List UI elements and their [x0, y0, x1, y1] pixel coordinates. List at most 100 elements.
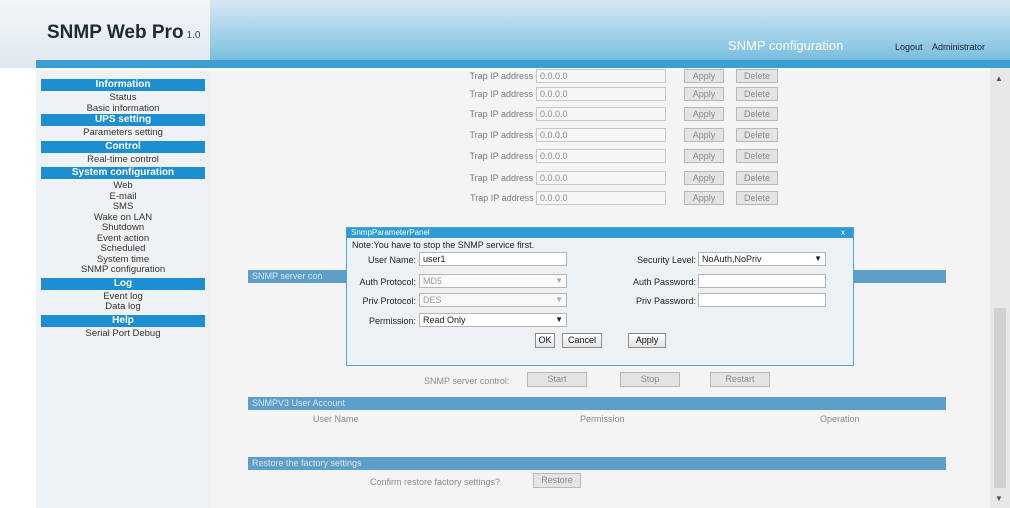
delete-button[interactable]: Delete: [736, 128, 778, 142]
nav-item-scheduled[interactable]: Scheduled: [36, 243, 210, 255]
apply-button[interactable]: Apply: [684, 69, 724, 83]
trap-ip-input[interactable]: [536, 128, 666, 142]
trap-row: Trap IP address 10: Apply Delete: [248, 170, 948, 188]
logout-link[interactable]: Logout: [895, 42, 923, 52]
stop-button[interactable]: Stop: [620, 372, 680, 387]
header-divider: [36, 60, 1010, 68]
top-tab-bar: SNMP configuration Logout Administrator: [210, 0, 1010, 68]
trap-label: Trap IP address 05:: [469, 71, 548, 81]
trap-row: Trap IP address 09: Apply Delete: [248, 148, 948, 166]
permission-label: Permission:: [368, 316, 416, 326]
priv-protocol-select[interactable]: DES ▼: [419, 293, 567, 307]
delete-button[interactable]: Delete: [736, 87, 778, 101]
priv-protocol-label: Priv Protocol:: [362, 296, 416, 306]
priv-protocol-value: DES: [423, 295, 442, 305]
nav-item-real-time-control[interactable]: Real-time control: [36, 154, 210, 166]
permission-select[interactable]: Read Only ▼: [419, 313, 567, 327]
apply-button[interactable]: Apply: [684, 128, 724, 142]
chevron-down-icon: ▼: [555, 315, 563, 324]
nav-item-serial-port-debug[interactable]: Serial Port Debug: [36, 328, 210, 340]
delete-button[interactable]: Delete: [736, 191, 778, 205]
apply-button[interactable]: Apply: [684, 171, 724, 185]
security-level-value: NoAuth,NoPriv: [702, 254, 762, 264]
ok-button[interactable]: OK: [535, 333, 555, 348]
nav-section-help[interactable]: Help: [41, 314, 205, 327]
delete-button[interactable]: Delete: [736, 69, 778, 83]
snmp-parameter-dialog: SnmpParameterPanel x Note:You have to st…: [346, 227, 854, 366]
nav-item-sms[interactable]: SMS: [36, 201, 210, 213]
app-logo: SNMP Web Pro 1.0: [47, 22, 200, 44]
delete-button[interactable]: Delete: [736, 149, 778, 163]
priv-password-input[interactable]: [698, 293, 826, 307]
auth-protocol-label: Auth Protocol:: [359, 277, 416, 287]
nav-item-data-log[interactable]: Data log: [36, 301, 210, 313]
delete-button[interactable]: Delete: [736, 171, 778, 185]
nav-item-snmp-configuration[interactable]: SNMP configuration: [36, 264, 210, 276]
trap-label: Trap IP address 10:: [469, 173, 548, 183]
nav-item-web[interactable]: Web: [36, 180, 210, 192]
section-restore-factory-settings: Restore the factory settings: [248, 457, 946, 470]
apply-button[interactable]: Apply: [684, 87, 724, 101]
trap-ip-input[interactable]: [536, 149, 666, 163]
column-permission: Permission: [580, 414, 625, 424]
auth-protocol-select[interactable]: MD5 ▼: [419, 274, 567, 288]
security-level-select[interactable]: NoAuth,NoPriv ▼: [698, 252, 826, 266]
user-name-input[interactable]: [419, 252, 567, 266]
tab-snmp-configuration[interactable]: SNMP configuration: [728, 38, 843, 53]
trap-label: Trap IP address 06:: [469, 89, 548, 99]
scroll-thumb[interactable]: [994, 308, 1006, 488]
trap-row: Trap IP address 06: Apply Delete: [248, 86, 948, 104]
trap-row: Trap IP address 11: Apply Delete: [248, 190, 948, 208]
delete-button[interactable]: Delete: [736, 107, 778, 121]
cancel-button[interactable]: Cancel: [562, 333, 602, 348]
scroll-up-arrow-icon[interactable]: ▲: [995, 74, 1003, 83]
trap-ip-input[interactable]: [536, 69, 666, 83]
nav-item-basic-information[interactable]: Basic information: [36, 103, 210, 115]
restart-button[interactable]: Restart: [710, 372, 770, 387]
confirm-restore-label: Confirm restore factory settings?: [370, 477, 501, 487]
trap-label: Trap IP address 11:: [470, 193, 548, 203]
snmp-server-control-label: SNMP server control:: [424, 376, 510, 386]
nav-section-control[interactable]: Control: [41, 140, 205, 153]
trap-ip-input[interactable]: [536, 107, 666, 121]
apply-button[interactable]: Apply: [628, 333, 666, 348]
app-version: 1.0: [186, 30, 201, 41]
trap-ip-input[interactable]: [536, 87, 666, 101]
nav-section-log[interactable]: Log: [41, 277, 205, 290]
nav-item-status[interactable]: Status: [36, 92, 210, 104]
nav-section-ups-setting[interactable]: UPS setting: [41, 114, 205, 126]
app-title: SNMP Web Pro: [47, 22, 184, 43]
nav-item-shutdown[interactable]: Shutdown: [36, 222, 210, 234]
sidebar-nav: Information Status Basic information UPS…: [36, 70, 210, 508]
section-snmpv3-user-account: SNMPV3 User Account: [248, 397, 946, 410]
nav-section-system-configuration[interactable]: System configuration: [41, 167, 205, 179]
current-user: Administrator: [932, 42, 986, 52]
close-icon[interactable]: x: [841, 228, 845, 238]
restore-button[interactable]: Restore: [533, 473, 581, 488]
trap-row: Trap IP address 07: Apply Delete: [248, 106, 948, 124]
header: SNMP Web Pro 1.0 SNMP configuration Logou…: [0, 0, 1010, 68]
security-level-label: Security Level:: [636, 255, 696, 265]
trap-row: Trap IP address 05: Apply Delete: [248, 68, 948, 86]
auth-password-input[interactable]: [698, 274, 826, 288]
nav-section-information[interactable]: Information: [41, 79, 205, 91]
permission-value: Read Only: [423, 315, 466, 325]
dialog-title: SnmpParameterPanel: [347, 228, 853, 238]
dialog-note: Note:You have to stop the SNMP service f…: [352, 240, 535, 250]
column-operation: Operation: [820, 414, 860, 424]
trap-label: Trap IP address 09:: [469, 151, 548, 161]
scroll-down-arrow-icon[interactable]: ▼: [995, 494, 1003, 503]
apply-button[interactable]: Apply: [684, 107, 724, 121]
vertical-scrollbar[interactable]: ▲ ▼: [990, 68, 1010, 508]
trap-label: Trap IP address 07:: [469, 109, 548, 119]
nav-item-parameters-setting[interactable]: Parameters setting: [36, 127, 210, 139]
user-name-label: User Name:: [367, 255, 416, 265]
trap-ip-input[interactable]: [536, 191, 666, 205]
auth-protocol-value: MD5: [423, 276, 443, 286]
apply-button[interactable]: Apply: [684, 191, 724, 205]
trap-label: Trap IP address 08:: [469, 130, 548, 140]
trap-row: Trap IP address 08: Apply Delete: [248, 127, 948, 145]
start-button[interactable]: Start: [527, 372, 587, 387]
apply-button[interactable]: Apply: [684, 149, 724, 163]
trap-ip-input[interactable]: [536, 171, 666, 185]
